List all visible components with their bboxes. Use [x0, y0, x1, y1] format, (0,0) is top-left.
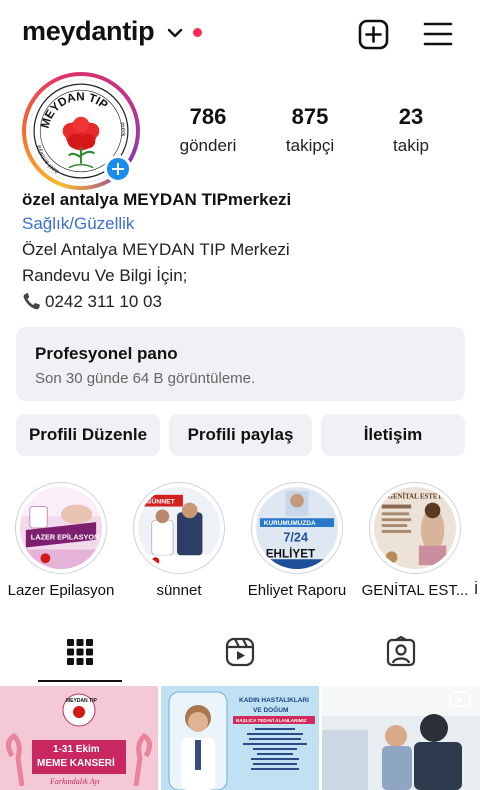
- stat-followers[interactable]: 875 takipçi: [255, 104, 365, 156]
- share-profile-button[interactable]: Profili paylaş: [169, 414, 312, 456]
- highlight-caption: İ: [474, 581, 479, 598]
- chevron-down-icon[interactable]: [166, 24, 184, 42]
- svg-text:7/24: 7/24: [283, 531, 308, 545]
- contact-button[interactable]: İletişim: [321, 414, 465, 456]
- svg-text:VE DOĞUM: VE DOĞUM: [253, 705, 288, 714]
- svg-text:merk: merk: [118, 122, 126, 138]
- active-tab-indicator: [38, 680, 122, 682]
- svg-text:1-31 Ekim: 1-31 Ekim: [53, 744, 100, 755]
- stat-following-value: 23: [398, 104, 424, 129]
- svg-text:GENİTAL ESTETİK: GENİTAL ESTETİK: [388, 494, 451, 501]
- highlight-ehliyet-raporu[interactable]: KURUMUMUZDA 7/24 EHLİYET Ehliyet Raporu: [238, 482, 356, 599]
- stat-posts-label: gönderi: [179, 136, 237, 155]
- highlight-genital-estetik[interactable]: GENİTAL ESTETİK GENİTAL EST...: [356, 482, 474, 599]
- top-bar: meydantip: [0, 0, 480, 68]
- svg-text:EHLİYET: EHLİYET: [266, 547, 316, 560]
- highlight-caption: Lazer Epilasyon: [7, 582, 115, 599]
- bio-phone-number[interactable]: 0242 311 10 03: [45, 292, 162, 311]
- tagged-icon[interactable]: [385, 636, 417, 668]
- post-thumbnail[interactable]: MEYDAN TIP 1-31 Ekim MEME KANSERİ Farkın…: [0, 686, 158, 790]
- grid-icon[interactable]: [64, 636, 96, 668]
- create-plus-icon[interactable]: [358, 19, 389, 50]
- profile-category[interactable]: Sağlık/Güzellik: [22, 211, 462, 237]
- highlight-caption: Ehliyet Raporu: [247, 582, 347, 599]
- bio-line-2: Randevu Ve Bilgi İçin;: [22, 266, 188, 285]
- highlight-partial[interactable]: İ: [474, 482, 480, 598]
- post-thumbnail[interactable]: KADIN HASTALIKLARI VE DOĞUM BAŞLICA TEDA…: [161, 686, 319, 790]
- stat-following-label: takip: [393, 136, 429, 155]
- reels-icon[interactable]: [224, 636, 256, 668]
- highlight-cover: KURUMUMUZDA 7/24 EHLİYET: [256, 487, 338, 569]
- stat-following[interactable]: 23 takip: [356, 104, 466, 156]
- highlight-sunnet[interactable]: SÜNNET sünnet: [120, 482, 238, 599]
- stat-followers-value: 875: [291, 104, 329, 129]
- svg-text:SÜNNET: SÜNNET: [147, 497, 176, 506]
- highlight-cover: SÜNNET: [138, 487, 220, 569]
- stat-posts-value: 786: [189, 104, 227, 129]
- svg-text:KADIN HASTALIKLARI: KADIN HASTALIKLARI: [239, 697, 309, 704]
- dashboard-subtitle: Son 30 günde 64 B görüntüleme.: [35, 370, 256, 387]
- profile-username[interactable]: meydantip: [22, 16, 155, 47]
- highlight-caption: GENİTAL EST...: [361, 582, 469, 599]
- highlight-lazer-epilasyon[interactable]: LAZER EPİLASYON Lazer Epilasyon: [2, 482, 120, 599]
- svg-text:MEME KANSERİ: MEME KANSERİ: [37, 756, 115, 769]
- hamburger-menu-icon[interactable]: [423, 20, 453, 48]
- profile-tabs: [0, 626, 480, 682]
- svg-text:MEYDAN TIP: MEYDAN TIP: [66, 698, 98, 704]
- post-thumbnail-reel[interactable]: [322, 686, 480, 790]
- bio-line-1: Özel Antalya MEYDAN TIP Merkezi: [22, 240, 290, 259]
- avatar-text-right: merk: [118, 122, 126, 138]
- profile-bio: özel antalya MEYDAN TIPmerkezi Sağlık/Gü…: [22, 189, 462, 315]
- stat-posts[interactable]: 786 gönderi: [153, 104, 263, 156]
- svg-text:KURUMUMUZDA: KURUMUMUZDA: [264, 520, 316, 527]
- edit-profile-button[interactable]: Profili Düzenle: [16, 414, 160, 456]
- svg-text:BAŞLICA TEDAVİ ALANLARIMIZ: BAŞLICA TEDAVİ ALANLARIMIZ: [236, 717, 307, 723]
- svg-text:Farkındalık Ayı: Farkındalık Ayı: [49, 777, 100, 786]
- dashboard-title: Profesyonel pano: [35, 344, 178, 363]
- profile-display-name: özel antalya MEYDAN TIPmerkezi: [22, 190, 292, 209]
- highlight-caption: sünnet: [156, 582, 202, 599]
- bio-phone-line: 0242 311 10 03: [22, 289, 462, 315]
- phone-icon: [23, 292, 40, 310]
- highlight-cover: GENİTAL ESTETİK: [374, 487, 456, 569]
- svg-text:LAZER EPİLASYON: LAZER EPİLASYON: [31, 533, 100, 542]
- stat-followers-label: takipçi: [285, 136, 335, 155]
- posts-grid: MEYDAN TIP 1-31 Ekim MEME KANSERİ Farkın…: [0, 686, 480, 790]
- add-story-icon[interactable]: [104, 155, 132, 183]
- highlight-cover: LAZER EPİLASYON: [20, 487, 102, 569]
- notification-dot: [193, 28, 202, 37]
- professional-dashboard[interactable]: Profesyonel pano Son 30 günde 64 B görün…: [16, 327, 465, 401]
